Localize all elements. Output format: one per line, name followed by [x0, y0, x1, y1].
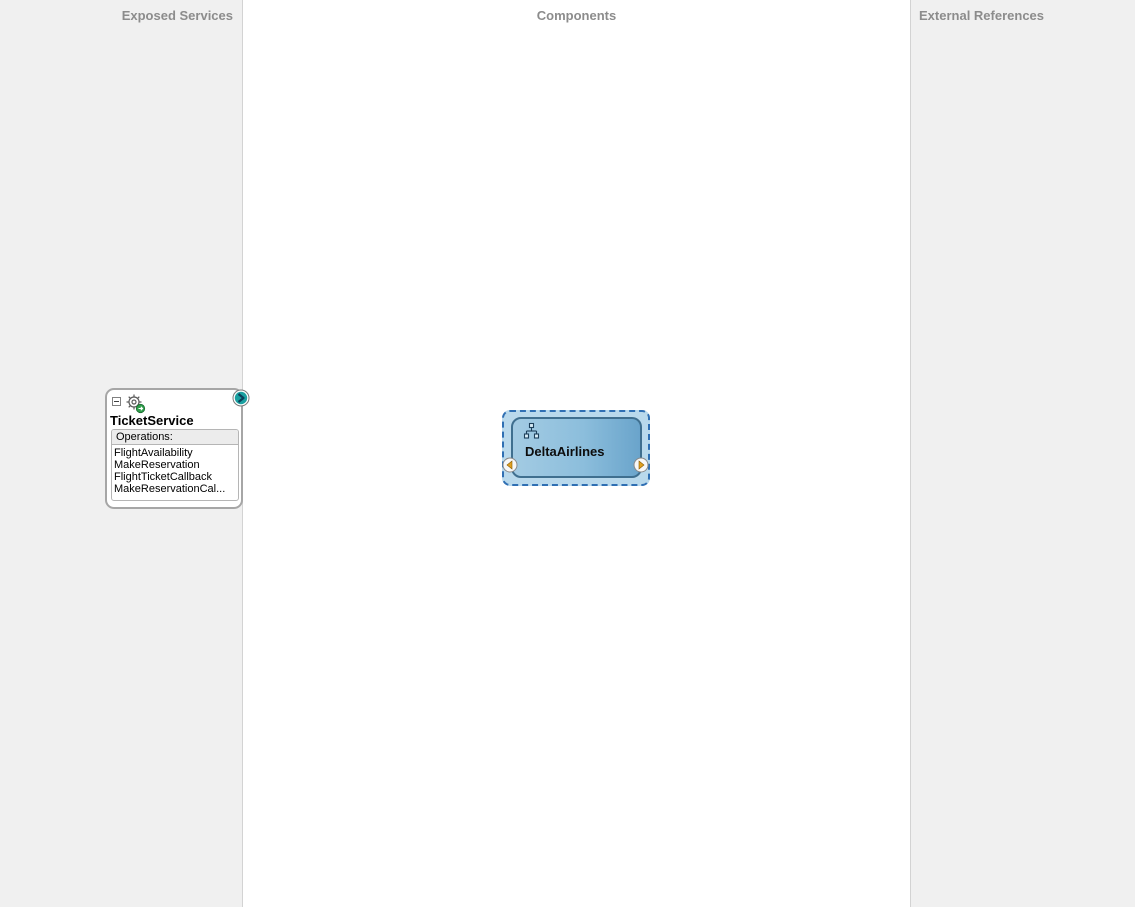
gear-icon: [126, 394, 146, 414]
operation-item[interactable]: FlightTicketCallback: [114, 471, 234, 483]
service-name: TicketService: [110, 413, 194, 428]
external-references-lane: External References: [910, 0, 1135, 907]
operations-list: Operations: FlightAvailability MakeReser…: [111, 429, 239, 501]
exposed-services-title: Exposed Services: [121, 8, 233, 23]
components-title: Components: [536, 8, 617, 23]
delta-airlines-component[interactable]: DeltaAirlines: [502, 410, 650, 486]
operations-header: Operations:: [112, 430, 238, 445]
ticket-service-card[interactable]: TicketService Operations: FlightAvailabi…: [105, 388, 243, 509]
composite-canvas[interactable]: Exposed Services Components External Ref…: [0, 0, 1135, 907]
process-tree-icon: [523, 422, 540, 439]
external-references-title: External References: [919, 8, 1045, 23]
collapse-toggle-icon[interactable]: [112, 397, 121, 406]
service-port-left-icon[interactable]: [502, 457, 518, 473]
reference-port-right-icon[interactable]: [633, 457, 649, 473]
operation-item[interactable]: MakeReservationCal...: [114, 483, 234, 495]
component-name: DeltaAirlines: [525, 444, 605, 459]
operation-item[interactable]: MakeReservation: [114, 459, 234, 471]
component-body: DeltaAirlines: [511, 417, 642, 478]
service-port-arrow-icon[interactable]: [232, 389, 250, 407]
operation-item[interactable]: FlightAvailability: [114, 447, 234, 459]
